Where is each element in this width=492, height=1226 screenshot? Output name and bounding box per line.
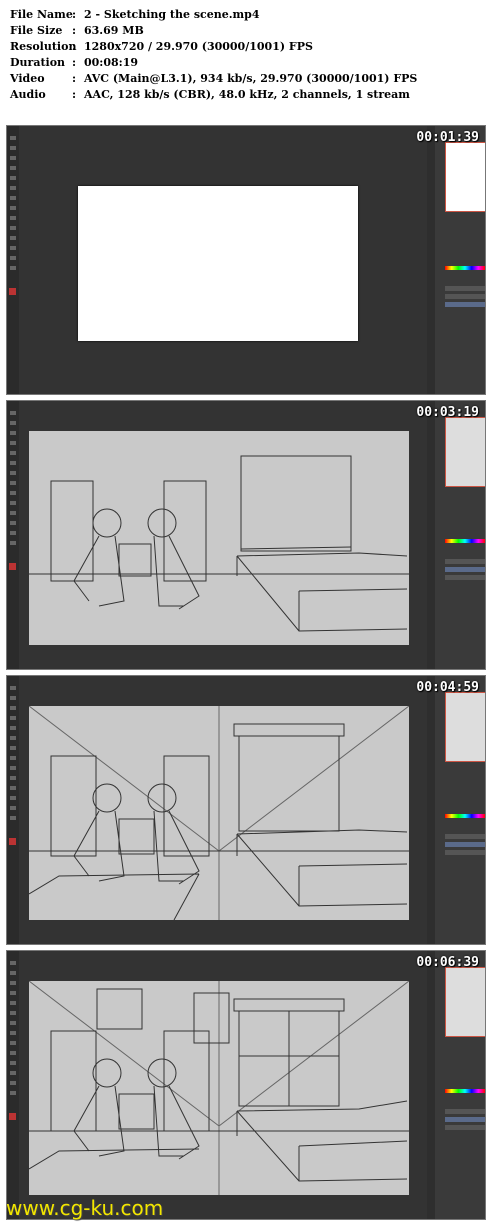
info-key: File Name — [10, 8, 73, 21]
info-separator: : — [72, 24, 77, 37]
tools-panel — [7, 951, 19, 1219]
color-swatch — [9, 288, 16, 295]
info-key: Duration — [10, 56, 66, 69]
sketch-canvas — [29, 706, 409, 920]
right-panels — [435, 126, 485, 394]
sketch-canvas — [29, 981, 409, 1195]
info-key: Video — [10, 72, 45, 85]
info-value: 00:08:19 — [84, 56, 139, 69]
room-sketch — [29, 706, 409, 920]
color-spectrum — [445, 539, 485, 543]
info-value: AAC, 128 kb/s (CBR), 48.0 kHz, 2 channel… — [84, 88, 410, 101]
navigator-thumbnail — [445, 142, 485, 212]
tools-panel — [7, 401, 19, 669]
tools-panel — [7, 676, 19, 944]
video-frame-1: 00:01:39 — [6, 125, 486, 395]
navigator-thumbnail — [445, 417, 485, 487]
timestamp: 00:01:39 — [416, 130, 479, 145]
color-swatch — [9, 838, 16, 845]
right-panels — [435, 951, 485, 1219]
info-key: Audio — [10, 88, 46, 101]
room-sketch — [29, 981, 409, 1195]
watermark: www.cg-ku.com — [6, 1196, 164, 1220]
info-key: File Size — [10, 24, 63, 37]
navigator-thumbnail — [445, 967, 485, 1037]
timestamp: 00:06:39 — [416, 955, 479, 970]
info-separator: : — [72, 88, 77, 101]
video-frame-4: 00:06:39 — [6, 950, 486, 1220]
info-value: 63.69 MB — [84, 24, 144, 37]
panel-strip — [427, 401, 435, 669]
timestamp: 00:03:19 — [416, 405, 479, 420]
video-frame-2: 00:03:19 — [6, 400, 486, 670]
info-value: 1280x720 / 29.970 (30000/1001) FPS — [84, 40, 313, 53]
panel-strip — [427, 126, 435, 394]
info-separator: : — [72, 72, 77, 85]
info-value: AVC (Main@L3.1), 934 kb/s, 29.970 (30000… — [84, 72, 418, 85]
info-key: Resolution — [10, 40, 77, 53]
media-info-panel: File Name : 2 - Sketching the scene.mp4 … — [0, 0, 492, 118]
info-value: 2 - Sketching the scene.mp4 — [84, 8, 260, 21]
color-spectrum — [445, 814, 485, 818]
timestamp: 00:04:59 — [416, 680, 479, 695]
right-panels — [435, 401, 485, 669]
blank-canvas — [78, 186, 358, 341]
info-separator: : — [72, 8, 77, 21]
color-swatch — [9, 1113, 16, 1120]
video-frame-3: 00:04:59 — [6, 675, 486, 945]
panel-strip — [427, 951, 435, 1219]
panel-strip — [427, 676, 435, 944]
right-panels — [435, 676, 485, 944]
color-swatch — [9, 563, 16, 570]
navigator-thumbnail — [445, 692, 485, 762]
sketch-canvas — [29, 431, 409, 645]
room-sketch — [29, 455, 409, 632]
info-separator: : — [72, 56, 77, 69]
color-spectrum — [445, 1089, 485, 1093]
info-separator: : — [72, 40, 77, 53]
color-spectrum — [445, 266, 485, 270]
tools-panel — [7, 126, 19, 394]
